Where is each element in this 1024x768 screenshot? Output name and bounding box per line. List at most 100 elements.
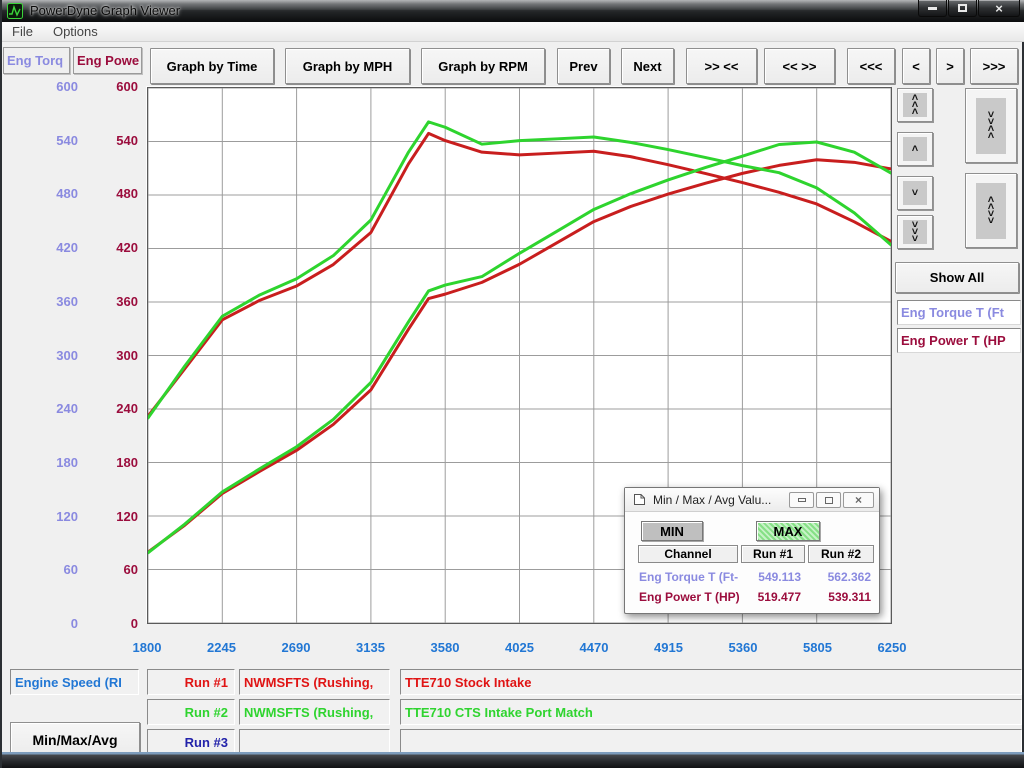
close-icon: ×	[995, 2, 1003, 15]
run2-title-box[interactable]: TTE710 CTS Intake Port Match	[400, 699, 1022, 725]
scroll-up-button[interactable]: ˄	[897, 132, 933, 166]
power-y-tick-label: 0	[92, 616, 138, 632]
torque-y-tick-label: 420	[32, 240, 78, 256]
window-frame-bottom	[2, 752, 1024, 768]
rpm-x-tick-label: 5805	[786, 640, 850, 655]
torque-axis-header[interactable]: Eng Torq	[3, 47, 70, 74]
zoom-in-vertical-button[interactable]: ˅˅˄˄	[965, 88, 1017, 163]
torque-y-tick-label: 240	[32, 401, 78, 417]
zoom-out-vertical-button[interactable]: ˄˄˅˅	[965, 173, 1017, 248]
power-axis-header[interactable]: Eng Powe	[73, 47, 142, 74]
scroll-left-button[interactable]: <	[902, 48, 930, 84]
chevron-down-icon: ˅	[912, 236, 918, 243]
torque-y-tick-label: 120	[32, 509, 78, 525]
graph-by-rpm-button[interactable]: Graph by RPM	[421, 48, 545, 84]
rpm-x-tick-label: 2245	[190, 640, 254, 655]
power-y-tick-label: 420	[92, 240, 138, 256]
min-toggle-button[interactable]: MIN	[641, 521, 703, 541]
torque-y-tick-label: 300	[32, 348, 78, 364]
graph-by-time-button[interactable]: Graph by Time	[150, 48, 274, 84]
scroll-down-fast-icon: ˅˅˅	[903, 220, 927, 244]
power-y-tick-label: 540	[92, 133, 138, 149]
x-channel-box[interactable]: Engine Speed (RI	[10, 669, 139, 695]
run1-title-box[interactable]: TTE710 Stock Intake	[400, 669, 1022, 695]
torque-y-tick-label: 60	[32, 562, 78, 578]
torque-y-tick-label: 0	[32, 616, 78, 632]
minimize-button[interactable]	[918, 0, 947, 17]
dialog-maximize-icon	[825, 497, 833, 504]
torque-row-channel: Eng Torque T (Ft-	[639, 569, 741, 585]
power-y-tick-label: 120	[92, 509, 138, 525]
minmax-dialog[interactable]: Min / Max / Avg Valu... × MIN MAX Channe…	[624, 487, 880, 614]
dialog-close-icon: ×	[855, 494, 862, 506]
scroll-right-button[interactable]: >	[936, 48, 964, 84]
app-window: PowerDyne Graph Viewer × File Options En…	[0, 0, 1024, 768]
torque-row-run1-value: 549.113	[741, 569, 801, 585]
column-header-run2[interactable]: Run #2	[808, 545, 874, 563]
window-title: PowerDyne Graph Viewer	[30, 3, 180, 18]
zoom-in-vertical-icon: ˅˅˄˄	[976, 98, 1006, 154]
torque-y-tick-label: 360	[32, 294, 78, 310]
maximize-button[interactable]	[948, 0, 977, 17]
minimize-icon	[928, 7, 937, 10]
dialog-minimize-button[interactable]	[789, 492, 814, 508]
menu-bar: File Options	[2, 22, 1024, 42]
chevron-up-icon: ˄	[988, 133, 994, 140]
run2-label-box[interactable]: Run #2	[147, 699, 235, 725]
rpm-x-tick-label: 6250	[860, 640, 924, 655]
dialog-minimize-icon	[798, 498, 806, 502]
scroll-up-icon: ˄	[903, 137, 927, 161]
power-y-tick-label: 600	[92, 79, 138, 95]
dialog-title: Min / Max / Avg Valu...	[653, 493, 771, 507]
chevron-down-icon: ˅	[988, 218, 994, 225]
torque-y-tick-label: 180	[32, 455, 78, 471]
close-button[interactable]: ×	[978, 0, 1020, 17]
menu-file[interactable]: File	[2, 24, 43, 39]
power-y-tick-label: 60	[92, 562, 138, 578]
next-button[interactable]: Next	[621, 48, 674, 84]
run1-operator-box[interactable]: NWMSFTS (Rushing,	[239, 669, 390, 695]
rpm-x-tick-label: 1800	[115, 640, 179, 655]
column-header-run1[interactable]: Run #1	[741, 545, 805, 563]
scroll-up-fast-button[interactable]: ˄˄˄	[897, 88, 933, 122]
power-y-tick-label: 480	[92, 186, 138, 202]
power-y-tick-label: 180	[92, 455, 138, 471]
window-controls: ×	[918, 0, 1020, 17]
rpm-x-tick-label: 3580	[413, 640, 477, 655]
prev-button[interactable]: Prev	[557, 48, 610, 84]
torque-y-tick-label: 540	[32, 133, 78, 149]
scroll-left-fast-button[interactable]: <<<	[847, 48, 895, 84]
power-row-run1-value: 519.477	[741, 589, 801, 605]
power-row-run2-value: 539.311	[811, 589, 871, 605]
dialog-title-bar[interactable]: Min / Max / Avg Valu... ×	[625, 488, 879, 512]
max-toggle-button[interactable]: MAX	[756, 521, 820, 541]
menu-options[interactable]: Options	[43, 24, 108, 39]
show-all-button[interactable]: Show All	[895, 262, 1019, 293]
app-icon	[7, 3, 23, 19]
chevron-down-icon: ˅	[912, 190, 918, 197]
maximize-icon	[958, 4, 967, 12]
graph-by-mph-button[interactable]: Graph by MPH	[285, 48, 410, 84]
rpm-x-tick-label: 5360	[711, 640, 775, 655]
run1-label-box[interactable]: Run #1	[147, 669, 235, 695]
zoom-out-x-button[interactable]: << >>	[764, 48, 835, 84]
dialog-maximize-button[interactable]	[816, 492, 841, 508]
scroll-down-button[interactable]: ˅	[897, 176, 933, 210]
rpm-x-tick-label: 4025	[488, 640, 552, 655]
power-row-channel: Eng Power T (HP)	[639, 589, 741, 605]
zoom-out-vertical-icon: ˄˄˅˅	[976, 183, 1006, 239]
dialog-controls: ×	[789, 492, 874, 508]
scroll-down-icon: ˅	[903, 181, 927, 205]
column-header-channel[interactable]: Channel	[638, 545, 738, 563]
torque-row-run2-value: 562.362	[811, 569, 871, 585]
dialog-close-button[interactable]: ×	[843, 492, 874, 508]
zoom-in-x-button[interactable]: >> <<	[686, 48, 757, 84]
dialog-icon	[633, 493, 646, 506]
scroll-right-fast-button[interactable]: >>>	[970, 48, 1018, 84]
run2-operator-box[interactable]: NWMSFTS (Rushing,	[239, 699, 390, 725]
title-bar: PowerDyne Graph Viewer ×	[2, 0, 1024, 22]
chevron-up-icon: ˄	[912, 109, 918, 116]
scroll-down-fast-button[interactable]: ˅˅˅	[897, 215, 933, 249]
power-channel-box[interactable]: Eng Power T (HP	[897, 328, 1021, 353]
torque-channel-box[interactable]: Eng Torque T (Ft	[897, 300, 1021, 325]
